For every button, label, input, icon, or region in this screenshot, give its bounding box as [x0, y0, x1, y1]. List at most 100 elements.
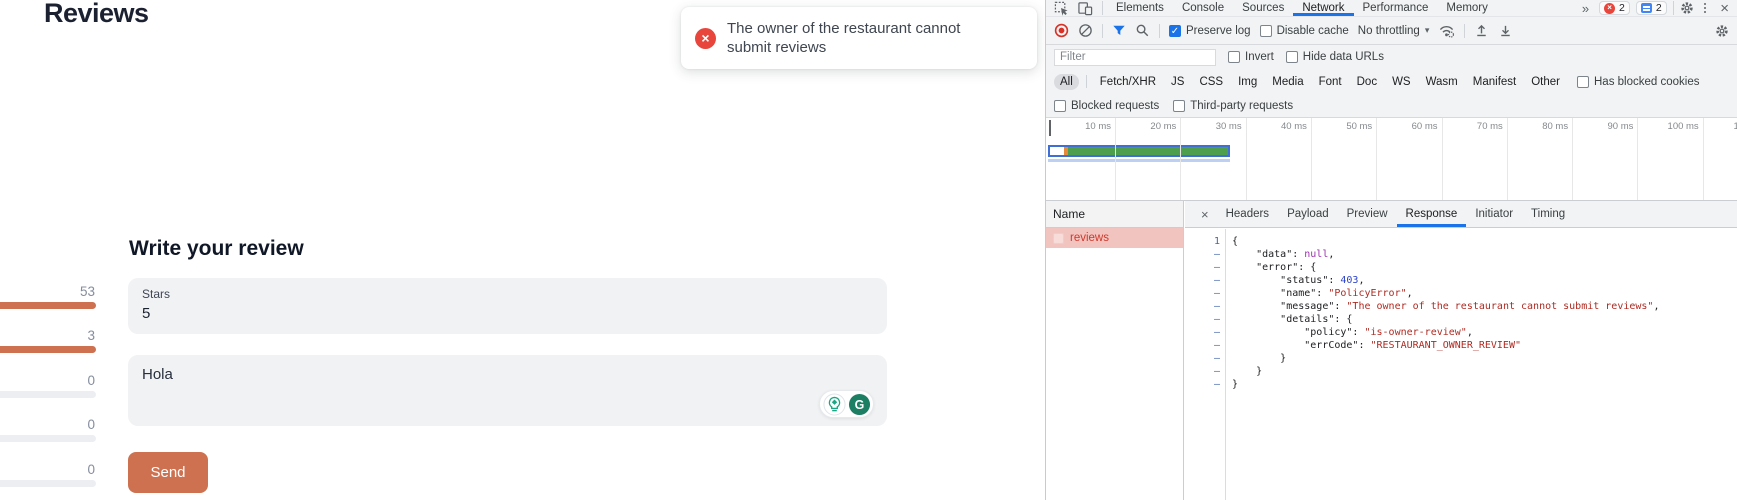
selection-underline — [1048, 159, 1230, 162]
hide-data-urls-checkbox[interactable]: Hide data URLs — [1286, 51, 1384, 63]
more-tabs-button[interactable]: » — [1578, 1, 1593, 16]
line-number: – — [1185, 313, 1220, 326]
tab-console[interactable]: Console — [1173, 0, 1233, 16]
tab-sources[interactable]: Sources — [1233, 0, 1293, 16]
review-textarea[interactable]: Hola G — [128, 355, 887, 426]
search-icon[interactable] — [1135, 23, 1150, 38]
chip-font[interactable]: Font — [1313, 74, 1348, 90]
checkbox-checked-icon[interactable]: ✓ — [1169, 25, 1181, 37]
line-number: – — [1185, 365, 1220, 378]
request-name: reviews — [1070, 232, 1109, 244]
chip-doc[interactable]: Doc — [1351, 74, 1383, 90]
code-text: } — [1232, 378, 1238, 391]
detail-tab-initiator[interactable]: Initiator — [1466, 201, 1522, 227]
rating-bar — [0, 346, 96, 353]
code-text: "errCode": "RESTAURANT_OWNER_REVIEW" — [1232, 339, 1521, 352]
name-column-header[interactable]: Name — [1046, 201, 1183, 228]
detail-tab-preview[interactable]: Preview — [1338, 201, 1397, 227]
invert-checkbox[interactable]: Invert — [1228, 51, 1274, 63]
tab-performance[interactable]: Performance — [1354, 0, 1438, 16]
filter-input[interactable] — [1054, 49, 1216, 66]
preserve-log-checkbox[interactable]: ✓ Preserve log — [1169, 25, 1251, 37]
checkbox-unchecked-icon[interactable] — [1173, 100, 1185, 112]
console-errors-badge[interactable]: × 2 — [1599, 1, 1630, 15]
code-line: – "errCode": "RESTAURANT_OWNER_REVIEW" — [1185, 339, 1737, 352]
rating-count: 0 — [0, 373, 96, 389]
checkbox-unchecked-icon[interactable] — [1260, 25, 1272, 37]
checkbox-unchecked-icon[interactable] — [1054, 100, 1066, 112]
chip-media[interactable]: Media — [1266, 74, 1309, 90]
request-row-reviews[interactable]: reviews — [1046, 228, 1183, 248]
close-detail-icon[interactable]: × — [1193, 201, 1217, 227]
line-number: – — [1185, 300, 1220, 313]
line-number: – — [1185, 274, 1220, 287]
request-detail-pane: × HeadersPayloadPreviewResponseInitiator… — [1185, 201, 1737, 500]
checkbox-unchecked-icon[interactable] — [1228, 51, 1240, 63]
chip-other[interactable]: Other — [1525, 74, 1566, 90]
ruler-label: 40 ms — [1247, 121, 1307, 132]
tab-elements[interactable]: Elements — [1107, 0, 1173, 16]
settings-gear-icon[interactable] — [1680, 1, 1694, 15]
divider — [1673, 1, 1674, 15]
screen: Reviews × The owner of the restaurant ca… — [0, 0, 1737, 500]
preserve-log-label: Preserve log — [1186, 25, 1251, 37]
devtools-tabs: ElementsConsoleSourcesNetworkPerformance… — [1107, 0, 1497, 16]
request-waterfall-bar[interactable] — [1048, 145, 1230, 157]
hide-data-urls-label: Hide data URLs — [1303, 51, 1384, 63]
third-party-requests-checkbox[interactable]: Third-party requests — [1173, 100, 1293, 112]
tab-memory[interactable]: Memory — [1437, 0, 1497, 16]
tab-network[interactable]: Network — [1293, 0, 1353, 16]
export-har-icon[interactable] — [1498, 23, 1513, 38]
devtools-menu-icon[interactable] — [1700, 3, 1711, 14]
stars-value: 5 — [142, 305, 873, 322]
chip-js[interactable]: JS — [1165, 74, 1190, 90]
console-messages-badge[interactable]: 2 — [1636, 1, 1667, 15]
network-conditions-icon[interactable] — [1438, 23, 1455, 38]
detail-tab-timing[interactable]: Timing — [1522, 201, 1574, 227]
stars-input[interactable]: Stars 5 — [128, 278, 887, 334]
send-button[interactable]: Send — [128, 452, 208, 493]
code-line: – } — [1185, 352, 1737, 365]
line-number: – — [1185, 352, 1220, 365]
grammarly-suggestion-bulb-icon[interactable] — [823, 393, 846, 416]
checkbox-unchecked-icon[interactable] — [1577, 76, 1589, 88]
checkbox-unchecked-icon[interactable] — [1286, 51, 1298, 63]
disable-cache-label: Disable cache — [1277, 25, 1349, 37]
detail-tab-headers[interactable]: Headers — [1217, 201, 1278, 227]
devtools-panel: ElementsConsoleSourcesNetworkPerformance… — [1045, 0, 1737, 500]
grammarly-widget[interactable]: G — [819, 390, 874, 418]
device-toolbar-icon[interactable] — [1078, 1, 1093, 16]
divider — [1102, 1, 1103, 15]
throttling-dropdown[interactable]: No throttling ▾ — [1358, 25, 1430, 37]
chip-fetchxhr[interactable]: Fetch/XHR — [1094, 74, 1162, 90]
devtools-close-icon[interactable]: × — [1716, 1, 1733, 16]
record-network-log-icon[interactable] — [1054, 23, 1069, 38]
divider — [1464, 24, 1465, 38]
chip-manifest[interactable]: Manifest — [1467, 74, 1522, 90]
code-text: "error": { — [1232, 261, 1316, 274]
filter-funnel-icon[interactable] — [1112, 24, 1126, 37]
rating-row: 0 — [0, 417, 96, 442]
chip-all[interactable]: All — [1054, 74, 1079, 90]
chip-img[interactable]: Img — [1232, 74, 1263, 90]
import-har-icon[interactable] — [1474, 23, 1489, 38]
chip-ws[interactable]: WS — [1386, 74, 1417, 90]
requests-name-column: Name reviews — [1046, 201, 1184, 500]
network-settings-gear-icon[interactable] — [1715, 24, 1729, 38]
blocked-requests-checkbox[interactable]: Blocked requests — [1054, 100, 1159, 112]
svg-text:G: G — [854, 397, 864, 411]
message-icon — [1641, 3, 1652, 13]
detail-tab-payload[interactable]: Payload — [1278, 201, 1338, 227]
code-text: { — [1232, 235, 1238, 248]
code-text: "message": "The owner of the restaurant … — [1232, 300, 1659, 313]
grammarly-logo-icon[interactable]: G — [848, 393, 871, 416]
inspect-element-icon[interactable] — [1054, 1, 1069, 16]
rating-row: 0 — [0, 462, 96, 487]
chip-wasm[interactable]: Wasm — [1420, 74, 1464, 90]
review-form-heading: Write your review — [129, 237, 304, 261]
clear-network-log-icon[interactable] — [1078, 23, 1093, 38]
has-blocked-cookies-checkbox[interactable]: Has blocked cookies — [1577, 76, 1699, 88]
detail-tab-response[interactable]: Response — [1397, 201, 1467, 227]
disable-cache-checkbox[interactable]: Disable cache — [1260, 25, 1349, 37]
chip-css[interactable]: CSS — [1193, 74, 1229, 90]
